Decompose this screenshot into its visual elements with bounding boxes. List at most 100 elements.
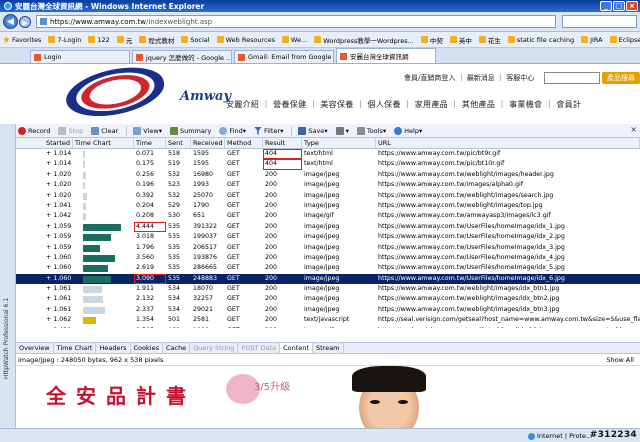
detail-tab[interactable]: Cookies	[131, 343, 163, 353]
favorite-link[interactable]: We...	[282, 36, 307, 44]
column-header[interactable]: Time	[134, 138, 166, 148]
method-cell: GET	[227, 150, 240, 157]
detail-tab[interactable]: Stream	[313, 343, 344, 353]
stop-button[interactable]: Stop	[58, 126, 83, 135]
table-row[interactable]: + 1.014 0.071 518 1595 GET 404 text/html https:…	[16, 149, 640, 160]
browser-tab[interactable]: Login	[30, 50, 130, 63]
table-row[interactable]: + 1.020 0.392 532 25070 GET 200 image/jpeg http…	[16, 191, 640, 201]
url-cell: https://www.amway.com.tw/weblight/images…	[378, 191, 554, 199]
column-header[interactable]: Sent	[166, 138, 191, 148]
browser-tab[interactable]: Gmail: Email from Google	[234, 50, 334, 63]
record-button[interactable]: Record	[18, 126, 50, 135]
favorite-link[interactable]: Eclipse, CDT	[609, 36, 640, 44]
favorite-link[interactable]: static file caching	[507, 36, 574, 44]
favorite-link[interactable]: 122	[88, 36, 110, 44]
back-button[interactable]: ◀	[3, 14, 18, 29]
close-pane-icon[interactable]: ×	[630, 125, 637, 134]
column-header[interactable]: Started	[16, 138, 73, 148]
table-row[interactable]: + 1.061 1.911 534 18070 GET 200 image/jpeg http…	[16, 284, 640, 294]
sent-cell: 518	[168, 150, 181, 157]
forward-button[interactable]: ▶	[19, 15, 31, 28]
table-row[interactable]: + 1.059 3.018 535 199037 GET 200 image/jpeg htt…	[16, 232, 640, 242]
table-row[interactable]: + 1.059 4.444 535 391322 GET 200 image/jpeg htt…	[16, 221, 640, 233]
method-cell: GET	[227, 181, 240, 189]
detail-tab[interactable]: Headers	[96, 343, 131, 353]
column-header[interactable]: Received	[191, 138, 225, 148]
filter-button[interactable]: Filter ▾	[253, 126, 283, 135]
method-cell: GET	[227, 295, 240, 303]
url-cell: https://www.amway.com.tw/UserFiles/homeI…	[378, 222, 565, 230]
detail-tab[interactable]: POST Data	[238, 343, 281, 353]
time-cell: 0.256	[136, 170, 155, 178]
column-header[interactable]: URL	[376, 138, 640, 148]
favicon-icon	[181, 36, 189, 43]
favorite-link[interactable]: Web Resources	[216, 36, 275, 44]
time-chart-cell	[73, 232, 134, 242]
table-row[interactable]: + 1.060 3.560 535 193876 GET 200 image/jpeg htt…	[16, 253, 640, 263]
help-button[interactable]: Help ▾	[394, 126, 422, 135]
find-icon	[219, 126, 228, 135]
table-row[interactable]: + 1.059 1.796 535 206517 GET 200 image/jpeg htt…	[16, 243, 640, 253]
received-cell: 1595	[193, 150, 210, 157]
column-header[interactable]: Method	[225, 138, 263, 148]
favorite-link[interactable]: 7-Login	[48, 36, 81, 44]
browser-tab[interactable]: 安麗台灣全球資訊網	[336, 48, 436, 63]
type-cell: image/jpeg	[304, 274, 340, 282]
tab-label: Login	[44, 53, 62, 61]
time-chart-bar	[83, 223, 122, 231]
table-row[interactable]: + 1.042 0.208 530 651 GET 200 image/gif https:/…	[16, 211, 640, 221]
favorite-link[interactable]: Wordpress教學一Wordpres...	[314, 35, 414, 45]
table-row[interactable]: + 1.020 0.256 532 16980 GET 200 image/jpeg http…	[16, 170, 640, 180]
print-button[interactable]: ▾	[335, 126, 349, 135]
favorite-link[interactable]: 中契	[420, 35, 443, 45]
detail-tab[interactable]: Query String	[190, 343, 239, 353]
site-search-input[interactable]	[544, 72, 600, 84]
table-row[interactable]: + 1.061 2.132 534 32257 GET 200 image/jpeg http…	[16, 294, 640, 304]
table-row[interactable]: + 1.061 2.337 534 29021 GET 200 image/jpeg http…	[16, 305, 640, 315]
favorite-link[interactable]: Social	[181, 36, 210, 44]
favorite-link[interactable]: 英中	[449, 35, 472, 45]
table-row[interactable]: + 1.062 1.354 501 2581 GET 200 text/javascript…	[16, 315, 640, 325]
status-bar: Internet | Prote... #312234	[0, 428, 640, 442]
table-row[interactable]: + 1.041 0.204 529 1790 GET 200 image/jpeg https…	[16, 201, 640, 211]
maximize-button[interactable]: □	[613, 1, 625, 11]
search-box[interactable]	[562, 15, 637, 28]
site-main-nav[interactable]: 安麗介紹 ｜ 營養保健 ｜ 美容保養 ｜ 個人保養 ｜ 家用產品 ｜ 其他產品 …	[226, 99, 581, 110]
detail-tab[interactable]: Cache	[163, 343, 191, 353]
type-cell: image/jpeg	[304, 305, 340, 313]
time-cell: 1.911	[136, 285, 155, 293]
column-header[interactable]: Result	[263, 138, 302, 148]
column-header[interactable]: Type	[302, 138, 376, 148]
find-button[interactable]: Find ▾	[219, 126, 246, 135]
minimize-button[interactable]: _	[600, 1, 612, 11]
favorites-button[interactable]: Favorites	[3, 36, 41, 44]
summary-button[interactable]: Summary	[169, 126, 211, 135]
url-field[interactable]: https://www.amway.com.tw/indexweblight.a…	[36, 15, 556, 28]
type-cell: image/jpeg	[304, 295, 340, 303]
table-row[interactable]: + 1.020 0.196 523 1993 GET 200 image/jpeg https…	[16, 180, 640, 190]
show-all-button[interactable]: Show All	[606, 354, 634, 366]
table-row[interactable]: + 1.060 2.619 535 286665 GET 200 image/jpeg htt…	[16, 263, 640, 273]
detail-tab[interactable]: Overview	[16, 343, 54, 353]
favorite-link[interactable]: 程式教材	[139, 35, 174, 45]
detail-tab[interactable]: Content	[280, 343, 313, 353]
favorite-label: 7-Login	[57, 35, 82, 44]
save-button[interactable]: Save ▾	[298, 126, 328, 135]
clear-button[interactable]: Clear	[91, 126, 118, 135]
favorite-link[interactable]: JIRA	[581, 36, 603, 44]
view-button[interactable]: View ▾	[133, 126, 162, 135]
started-cell: + 1.061	[46, 305, 72, 313]
column-header[interactable]: Time Chart	[73, 138, 134, 148]
table-row[interactable]: + 2.430 0.5054691999GET200image/gifhttps:…	[16, 326, 640, 328]
site-search-button[interactable]: 產品搜尋	[602, 72, 640, 84]
favorite-link[interactable]: 元	[116, 35, 132, 45]
method-cell: GET	[227, 170, 240, 178]
table-row[interactable]: + 1.014 0.175 519 1595 GET 404 text/html https:…	[16, 159, 640, 170]
tools-button[interactable]: Tools ▾	[356, 126, 386, 135]
site-top-links[interactable]: 會員/直銷商登入 ｜ 最新消息 ｜ 客服中心	[404, 73, 534, 83]
favorite-link[interactable]: 花生	[478, 35, 501, 45]
close-button[interactable]: ×	[626, 1, 638, 11]
detail-tab[interactable]: Time Chart	[54, 343, 97, 353]
table-row[interactable]: + 1.060 3.090 535 248883 GET 200 image/jpeg htt…	[16, 273, 640, 285]
browser-tab[interactable]: jquery 怎麼做的 - Google ...	[132, 50, 232, 63]
